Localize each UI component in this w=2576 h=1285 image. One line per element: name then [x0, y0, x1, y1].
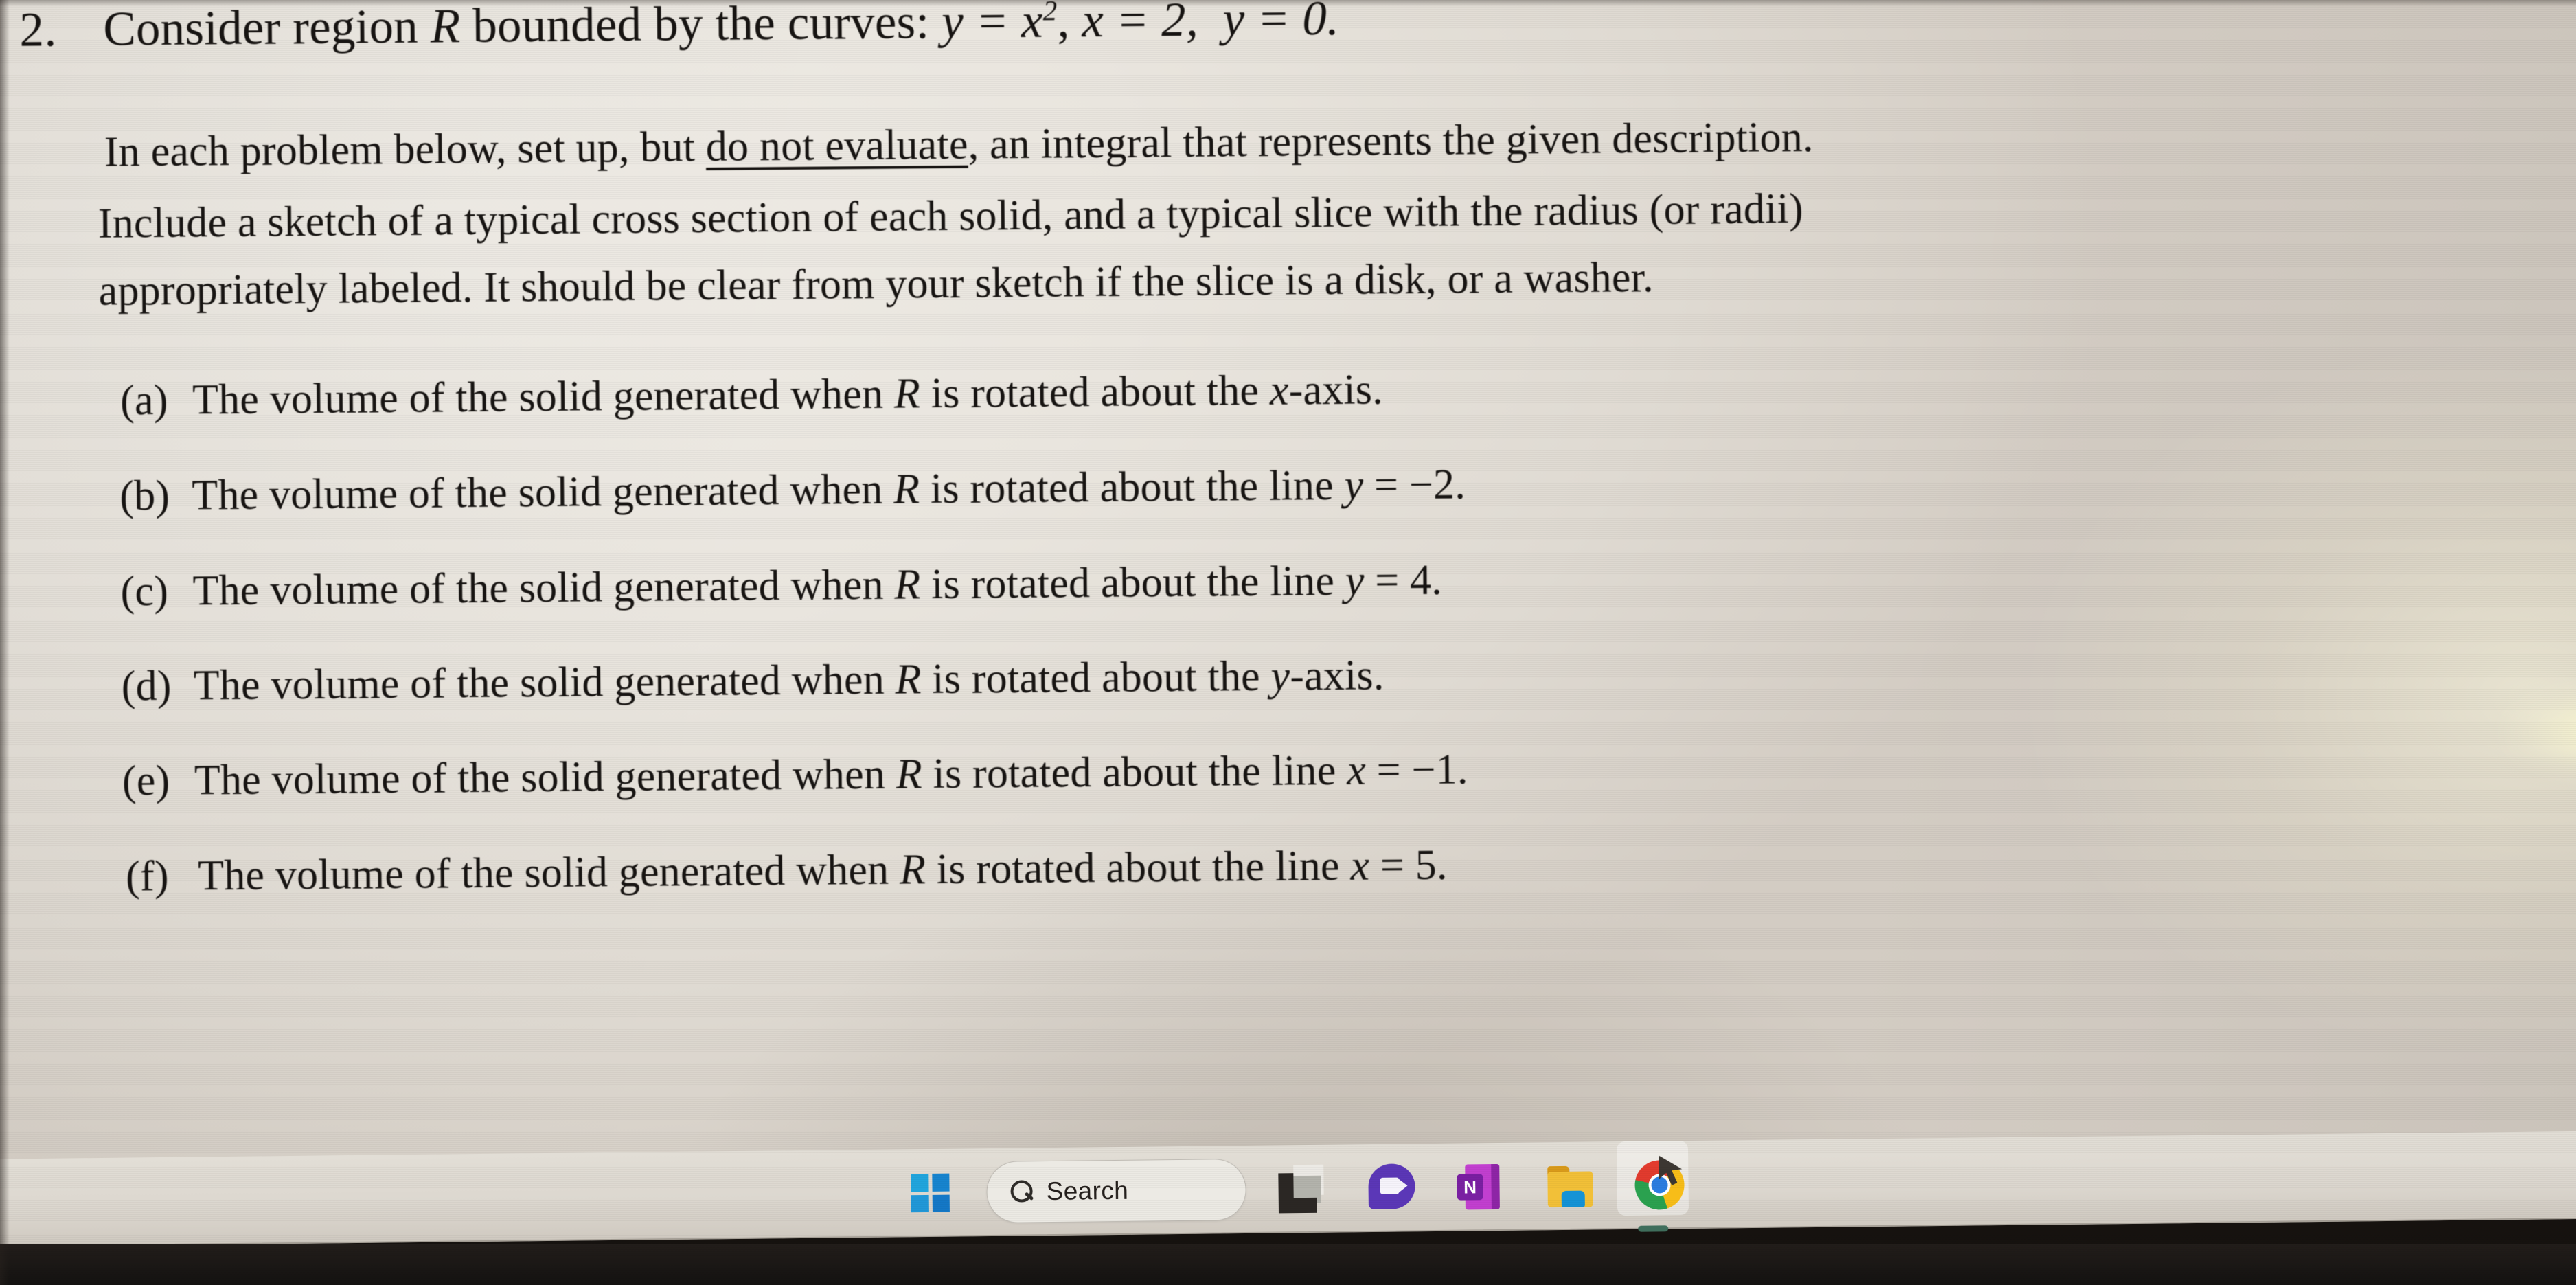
instructions-line-1-a: In each problem below, set up, but [104, 124, 707, 176]
list-item: (a) The volume of the solid generated whe… [120, 365, 1383, 425]
item-text-e-after: is rotated about the line [922, 747, 1347, 798]
taskbar-app-lockdown-browser[interactable] [1269, 1156, 1336, 1223]
item-label-f: (f) [125, 852, 169, 900]
item-text-f-before: The volume of the solid generated when [197, 846, 900, 900]
item-e-axis-var: x [1346, 747, 1367, 794]
list-item: (d) The volume of the solid generated whe… [121, 651, 1384, 711]
item-text-a-end: -axis. [1288, 366, 1384, 414]
item-f-region-var: R [899, 846, 926, 894]
item-text-d-end: -axis. [1289, 652, 1384, 700]
search-icon [1010, 1180, 1034, 1203]
taskbar-app-file-explorer[interactable] [1537, 1152, 1604, 1219]
item-text-f-end: = 5. [1369, 841, 1448, 889]
item-label-a: (a) [119, 376, 168, 424]
item-text-d-before: The volume of the solid generated when [193, 656, 896, 709]
monitor-bezel-top [0, 0, 2576, 7]
item-a-region-var: R [893, 370, 921, 418]
taskbar-app-onenote[interactable]: N [1448, 1154, 1514, 1220]
taskbar-app-chrome[interactable] [1616, 1140, 1693, 1232]
instructions-line-2: Include a sketch of a typical cross sect… [98, 185, 1803, 247]
item-b-axis-var: y [1344, 462, 1364, 509]
monitor-bezel-left [0, 0, 10, 1285]
item-d-region-var: R [895, 656, 922, 703]
onenote-letter: N [1463, 1176, 1477, 1198]
item-label-d: (d) [121, 662, 172, 710]
item-text-a-before: The volume of the solid generated when [192, 370, 895, 424]
item-text-d-after: is rotated about the [921, 652, 1271, 703]
windows-logo-icon [911, 1173, 950, 1213]
region-variable: R [430, 0, 461, 54]
item-text-a-after: is rotated about the [920, 367, 1270, 418]
item-a-axis-var: x [1269, 367, 1289, 414]
l-shape-icon [1277, 1163, 1328, 1215]
item-text-b-after: is rotated about the line [919, 462, 1345, 513]
monitor-bezel-bottom [0, 1244, 2576, 1285]
curve-1-rhs: = x [963, 0, 1043, 49]
list-item: (c) The volume of the solid generated whe… [120, 556, 1442, 617]
heading-mid: bounded by the curves: [460, 0, 942, 54]
item-label-e: (e) [122, 757, 170, 805]
item-text-b-end: = −2. [1363, 461, 1466, 509]
item-text-c-before: The volume of the solid generated when [192, 561, 895, 615]
item-text-b-before: The volume of the solid generated when [192, 466, 894, 519]
heading-prefix: Consider region [103, 0, 431, 56]
curve-1-lhs: y [941, 0, 964, 49]
instructions-line-1-b: , an integral that represents the given … [968, 113, 1814, 168]
chrome-active-indicator [1638, 1225, 1669, 1232]
item-f-axis-var: x [1350, 842, 1370, 889]
chrome-icon [1634, 1159, 1685, 1211]
do-not-evaluate-emphasis: do not evaluate [705, 121, 968, 171]
video-camera-icon [1366, 1162, 1417, 1214]
item-label-b: (b) [119, 472, 170, 520]
item-text-c-end: = 4. [1364, 556, 1443, 604]
item-d-axis-var: y [1270, 652, 1290, 700]
item-b-region-var: R [893, 466, 920, 513]
item-text-e-end: = −1. [1365, 746, 1468, 794]
curve-3: y = 0. [1222, 0, 1340, 47]
item-text-f-after: is rotated about the line [925, 842, 1351, 894]
folder-icon [1545, 1160, 1596, 1212]
item-label-c: (c) [120, 567, 169, 615]
problem-heading: Consider region R bounded by the curves:… [103, 0, 1339, 58]
instructions-line-3: appropriately labeled. It should be clea… [98, 254, 1654, 315]
curve-separator: , [1057, 0, 1082, 48]
start-button[interactable] [897, 1159, 964, 1226]
item-c-region-var: R [894, 561, 921, 609]
item-text-c-after: is rotated about the line [920, 557, 1346, 609]
item-c-axis-var: y [1345, 557, 1365, 604]
problem-number: 2. [19, 3, 57, 57]
item-text-e-before: The volume of the solid generated when [194, 751, 897, 804]
photographed-screen: 2. Consider region R bounded by the curv… [0, 0, 2576, 1285]
search-input[interactable]: Search [986, 1158, 1247, 1224]
document-body: 2. Consider region R bounded by the curv… [0, 0, 2576, 1126]
list-item: (b) The volume of the solid generated whe… [119, 460, 1466, 521]
search-placeholder: Search [1046, 1176, 1129, 1206]
list-item: (f) The volume of the solid generated whe… [126, 841, 1448, 902]
item-e-region-var: R [896, 751, 923, 798]
instructions-line-1: In each problem below, set up, but do no… [104, 113, 1814, 177]
list-item: (e) The volume of the solid generated whe… [122, 745, 1468, 806]
taskbar-app-meet[interactable] [1358, 1155, 1425, 1221]
onenote-icon: N [1455, 1161, 1507, 1213]
curve-2: x = 2, [1082, 0, 1199, 48]
